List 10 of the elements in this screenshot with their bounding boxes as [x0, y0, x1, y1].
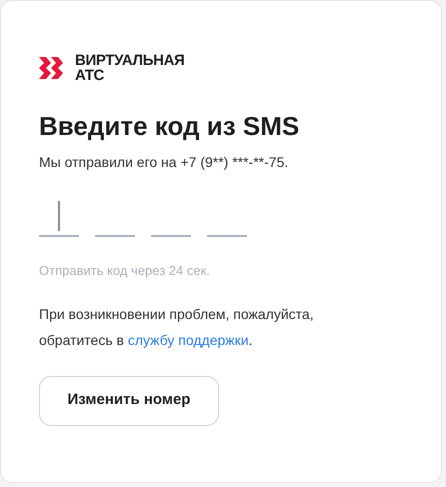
logo-icon: [39, 57, 63, 79]
support-link[interactable]: службу поддержки: [128, 332, 249, 348]
resend-timer: Отправить код через 24 сек.: [39, 262, 211, 280]
page-title: Введите код из SMS: [39, 110, 300, 142]
help-text: При возникновении проблем, пожалуйста, обратитесь в службу поддержки.: [39, 304, 315, 350]
subtitle: Мы отправили его на +7 (9**) ***-**-75.: [39, 153, 290, 172]
change-number-button[interactable]: Изменить номер: [39, 376, 219, 426]
logo-text: АТС: [75, 68, 105, 83]
logo-text: ВИРТУАЛЬНАЯ: [75, 53, 184, 68]
text-cursor: [58, 201, 60, 231]
